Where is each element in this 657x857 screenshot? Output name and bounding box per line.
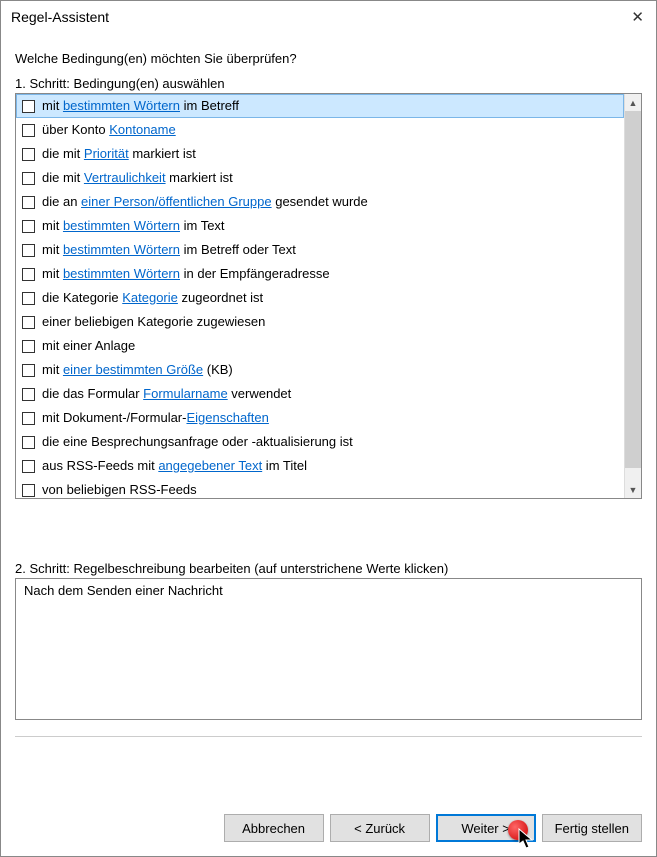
condition-label: mit einer bestimmten Größe (KB) bbox=[42, 360, 233, 380]
condition-item[interactable]: mit bestimmten Wörtern im Betreff oder T… bbox=[16, 238, 624, 262]
checkbox-icon[interactable] bbox=[22, 484, 35, 497]
separator bbox=[15, 736, 642, 737]
condition-item[interactable]: über Konto Kontoname bbox=[16, 118, 624, 142]
condition-label: die an einer Person/öffentlichen Gruppe … bbox=[42, 192, 368, 212]
condition-item[interactable]: die das Formular Formularname verwendet bbox=[16, 382, 624, 406]
rules-wizard-window: Regel-Assistent ✕ Welche Bedingung(en) m… bbox=[0, 0, 657, 857]
condition-item[interactable]: mit bestimmten Wörtern in der Empfängera… bbox=[16, 262, 624, 286]
cancel-button[interactable]: Abbrechen bbox=[224, 814, 324, 842]
checkbox-icon[interactable] bbox=[22, 148, 35, 161]
condition-item[interactable]: mit bestimmten Wörtern im Betreff bbox=[16, 94, 624, 118]
window-title: Regel-Assistent bbox=[11, 9, 109, 25]
checkbox-icon[interactable] bbox=[22, 412, 35, 425]
condition-item[interactable]: von beliebigen RSS-Feeds bbox=[16, 478, 624, 498]
condition-link[interactable]: Priorität bbox=[84, 146, 129, 161]
condition-link[interactable]: Kontoname bbox=[109, 122, 176, 137]
condition-label: mit bestimmten Wörtern im Betreff oder T… bbox=[42, 240, 296, 260]
scroll-down-icon[interactable]: ▼ bbox=[625, 481, 641, 498]
button-row: Abbrechen < Zurück Weiter > Fertig stell… bbox=[1, 800, 656, 856]
condition-label: von beliebigen RSS-Feeds bbox=[42, 480, 197, 498]
step1-label: 1. Schritt: Bedingung(en) auswählen bbox=[15, 76, 642, 91]
conditions-listbox: mit bestimmten Wörtern im Betreff über Ko… bbox=[15, 93, 642, 499]
close-icon[interactable]: ✕ bbox=[604, 10, 644, 25]
rule-description-box[interactable]: Nach dem Senden einer Nachricht bbox=[15, 578, 642, 720]
checkbox-icon[interactable] bbox=[22, 364, 35, 377]
condition-link[interactable]: Vertraulichkeit bbox=[84, 170, 166, 185]
condition-item[interactable]: einer beliebigen Kategorie zugewiesen bbox=[16, 310, 624, 334]
condition-link[interactable]: bestimmten Wörtern bbox=[63, 266, 180, 281]
checkbox-icon[interactable] bbox=[22, 244, 35, 257]
condition-item[interactable]: mit bestimmten Wörtern im Text bbox=[16, 214, 624, 238]
condition-item[interactable]: die eine Besprechungsanfrage oder -aktua… bbox=[16, 430, 624, 454]
condition-link[interactable]: einer bestimmten Größe bbox=[63, 362, 203, 377]
condition-item[interactable]: die an einer Person/öffentlichen Gruppe … bbox=[16, 190, 624, 214]
wizard-question: Welche Bedingung(en) möchten Sie überprü… bbox=[15, 51, 642, 66]
condition-label: die mit Priorität markiert ist bbox=[42, 144, 196, 164]
checkbox-icon[interactable] bbox=[22, 388, 35, 401]
condition-link[interactable]: angegebener Text bbox=[158, 458, 262, 473]
condition-label: die das Formular Formularname verwendet bbox=[42, 384, 291, 404]
checkbox-icon[interactable] bbox=[22, 124, 35, 137]
condition-link[interactable]: Kategorie bbox=[122, 290, 178, 305]
checkbox-icon[interactable] bbox=[22, 220, 35, 233]
condition-label: mit bestimmten Wörtern im Betreff bbox=[42, 96, 239, 116]
checkbox-icon[interactable] bbox=[22, 172, 35, 185]
condition-label: die Kategorie Kategorie zugeordnet ist bbox=[42, 288, 263, 308]
checkbox-icon[interactable] bbox=[22, 460, 35, 473]
condition-label: die mit Vertraulichkeit markiert ist bbox=[42, 168, 233, 188]
condition-link[interactable]: einer Person/öffentlichen Gruppe bbox=[81, 194, 272, 209]
condition-item[interactable]: die mit Priorität markiert ist bbox=[16, 142, 624, 166]
condition-label: mit Dokument-/Formular-Eigenschaften bbox=[42, 408, 269, 428]
scroll-up-icon[interactable]: ▲ bbox=[625, 94, 641, 111]
condition-label: über Konto Kontoname bbox=[42, 120, 176, 140]
scrollbar[interactable]: ▲ ▼ bbox=[624, 94, 641, 498]
next-button-label: Weiter > bbox=[461, 821, 510, 836]
checkbox-icon[interactable] bbox=[22, 340, 35, 353]
condition-link[interactable]: bestimmten Wörtern bbox=[63, 98, 180, 113]
condition-item[interactable]: mit Dokument-/Formular-Eigenschaften bbox=[16, 406, 624, 430]
rule-description-text: Nach dem Senden einer Nachricht bbox=[24, 583, 223, 598]
titlebar: Regel-Assistent ✕ bbox=[1, 1, 656, 35]
condition-link[interactable]: Eigenschaften bbox=[186, 410, 268, 425]
condition-link[interactable]: bestimmten Wörtern bbox=[63, 242, 180, 257]
condition-label: einer beliebigen Kategorie zugewiesen bbox=[42, 312, 265, 332]
condition-item[interactable]: die mit Vertraulichkeit markiert ist bbox=[16, 166, 624, 190]
highlight-marker-icon bbox=[508, 820, 528, 840]
checkbox-icon[interactable] bbox=[22, 100, 35, 113]
checkbox-icon[interactable] bbox=[22, 292, 35, 305]
condition-label: mit einer Anlage bbox=[42, 336, 135, 356]
condition-label: die eine Besprechungsanfrage oder -aktua… bbox=[42, 432, 353, 452]
scroll-thumb[interactable] bbox=[625, 111, 641, 468]
condition-item[interactable]: die Kategorie Kategorie zugeordnet ist bbox=[16, 286, 624, 310]
checkbox-icon[interactable] bbox=[22, 268, 35, 281]
condition-item[interactable]: aus RSS-Feeds mit angegebener Text im Ti… bbox=[16, 454, 624, 478]
condition-link[interactable]: Formularname bbox=[143, 386, 228, 401]
condition-link[interactable]: bestimmten Wörtern bbox=[63, 218, 180, 233]
checkbox-icon[interactable] bbox=[22, 196, 35, 209]
content-area: Welche Bedingung(en) möchten Sie überprü… bbox=[1, 35, 656, 800]
checkbox-icon[interactable] bbox=[22, 436, 35, 449]
condition-label: mit bestimmten Wörtern im Text bbox=[42, 216, 225, 236]
next-button[interactable]: Weiter > bbox=[436, 814, 536, 842]
checkbox-icon[interactable] bbox=[22, 316, 35, 329]
finish-button[interactable]: Fertig stellen bbox=[542, 814, 642, 842]
conditions-list[interactable]: mit bestimmten Wörtern im Betreff über Ko… bbox=[16, 94, 624, 498]
step2-label: 2. Schritt: Regelbeschreibung bearbeiten… bbox=[15, 561, 642, 576]
condition-item[interactable]: mit einer Anlage bbox=[16, 334, 624, 358]
back-button[interactable]: < Zurück bbox=[330, 814, 430, 842]
condition-label: mit bestimmten Wörtern in der Empfängera… bbox=[42, 264, 330, 284]
condition-item[interactable]: mit einer bestimmten Größe (KB) bbox=[16, 358, 624, 382]
condition-label: aus RSS-Feeds mit angegebener Text im Ti… bbox=[42, 456, 307, 476]
